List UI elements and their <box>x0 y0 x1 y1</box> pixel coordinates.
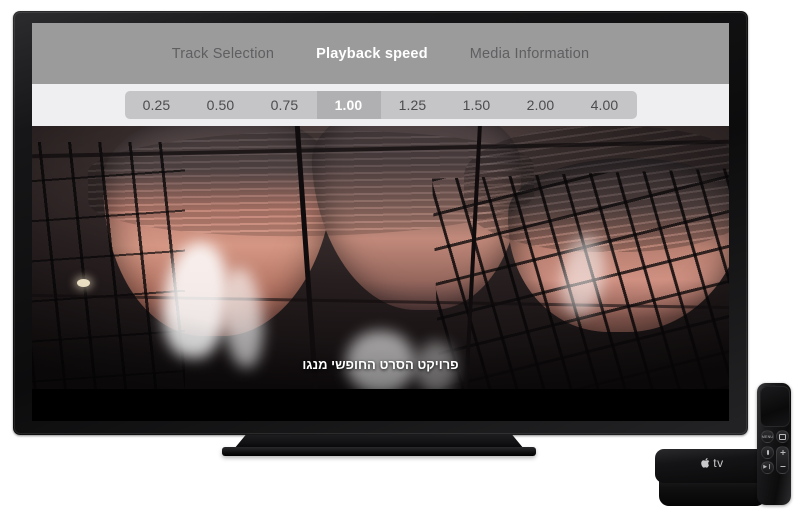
speed-option-2-00[interactable]: 2.00 <box>509 91 573 119</box>
remote-siri-mic-button[interactable] <box>761 446 774 459</box>
tab-media-information[interactable]: Media Information <box>464 44 595 64</box>
volume-up-icon <box>780 450 785 455</box>
remote-tv-home-button[interactable] <box>776 430 789 443</box>
apple-tv-box: tv <box>655 449 770 511</box>
tv-screen: Track Selection Playback speed Media Inf… <box>32 23 729 421</box>
tv-stand-base <box>222 447 536 456</box>
scene: Track Selection Playback speed Media Inf… <box>0 0 800 520</box>
speed-option-0-50[interactable]: 0.50 <box>189 91 253 119</box>
apple-tv-wordmark: tv <box>713 456 724 470</box>
playback-speed-strip: 0.25 0.50 0.75 1.00 1.25 1.50 2.00 4.00 <box>124 91 637 119</box>
apple-tv-logo: tv <box>655 456 770 470</box>
speed-option-1-00[interactable]: 1.00 <box>316 91 381 119</box>
tv-screen-icon <box>779 433 786 440</box>
tab-playback-speed[interactable]: Playback speed <box>310 44 434 64</box>
speed-option-4-00[interactable]: 4.00 <box>573 91 637 119</box>
playback-speed-bar: 0.25 0.50 0.75 1.00 1.25 1.50 2.00 4.00 <box>32 84 729 126</box>
television: Track Selection Playback speed Media Inf… <box>13 11 748 435</box>
speed-option-0-75[interactable]: 0.75 <box>253 91 317 119</box>
apple-logo-icon <box>701 457 711 469</box>
remote-play-pause-button[interactable]: ▶❙ <box>761 461 774 474</box>
speed-option-0-25[interactable]: 0.25 <box>125 91 189 119</box>
tab-track-selection[interactable]: Track Selection <box>166 44 280 64</box>
siri-remote[interactable]: MENU ▶❙ <box>757 383 791 505</box>
remote-volume-rocker[interactable] <box>776 446 789 474</box>
microphone-icon <box>766 450 769 455</box>
video-subtitle: פרויקט הסרט החופשי מנגו <box>302 357 459 373</box>
remote-menu-button[interactable]: MENU <box>761 430 774 443</box>
remote-touchpad[interactable] <box>760 386 790 427</box>
playback-overlay-tab-bar: Track Selection Playback speed Media Inf… <box>32 23 729 84</box>
video-playback-area[interactable]: פרויקט הסרט החופשי מנגו <box>32 126 729 389</box>
play-pause-icon: ▶❙ <box>763 464 772 470</box>
speed-option-1-25[interactable]: 1.25 <box>381 91 445 119</box>
video-vignette <box>32 126 729 389</box>
video-letterbox <box>32 389 729 421</box>
speed-option-1-50[interactable]: 1.50 <box>445 91 509 119</box>
volume-down-icon <box>780 466 785 467</box>
